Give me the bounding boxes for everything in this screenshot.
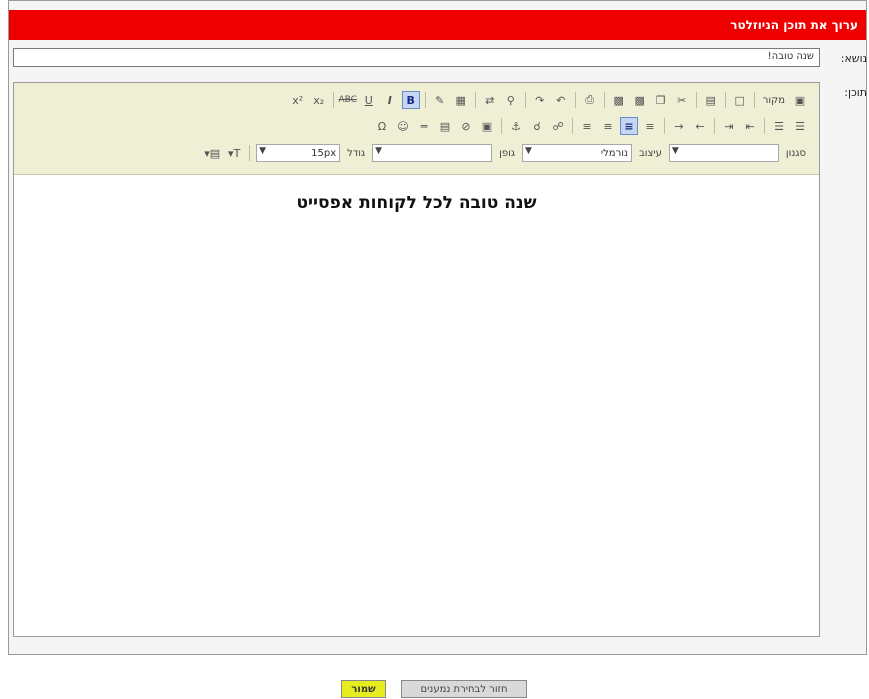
italic-icon[interactable]: I [381, 91, 399, 109]
rich-text-editor: ▣ מקור □ ▤ ✂ ❐ ▩ ▩ ⎙ ↶ ↷ ⚲ ⇄ ▦ ✎ B I U A… [13, 82, 820, 637]
eraser-icon[interactable]: ✎ [431, 91, 449, 109]
copy-icon[interactable]: ❐ [652, 91, 670, 109]
bg-color-icon[interactable]: ▤▾ [203, 144, 221, 162]
editor-toolbar: ▣ מקור □ ▤ ✂ ❐ ▩ ▩ ⎙ ↶ ↷ ⚲ ⇄ ▦ ✎ B I U A… [14, 83, 819, 175]
rtl-icon[interactable]: ← [691, 117, 709, 135]
flash-icon[interactable]: ⊘ [457, 117, 475, 135]
save-button[interactable]: שמור [341, 680, 386, 698]
redo-icon[interactable]: ↷ [531, 91, 549, 109]
paste-text-icon[interactable]: ▩ [610, 91, 628, 109]
font-select[interactable]: ▼ [372, 144, 493, 162]
chevron-down-icon: ▼ [671, 146, 679, 156]
format-label: עיצוב [638, 147, 662, 159]
size-select[interactable]: 15px ▼ [256, 144, 341, 162]
replace-icon[interactable]: ⇄ [481, 91, 499, 109]
print-icon[interactable]: ⎙ [581, 91, 599, 109]
size-label: גודל [347, 147, 366, 159]
separator [332, 92, 334, 108]
separator [574, 92, 576, 108]
source-label: מקור [762, 94, 785, 106]
toolbar-row-2: ☰ ☰ ⇤ ⇥ ← → ≡ ≡ ≡ ≡ ☍ ☌ ⚓ ▣ ⊘ ▤ ═ ☺ Ω [373, 115, 809, 137]
cut-icon[interactable]: ✂ [673, 91, 691, 109]
content-label: תוכן: [844, 86, 867, 99]
paste-icon[interactable]: ▩ [631, 91, 649, 109]
separator [714, 118, 715, 134]
separator [603, 92, 605, 108]
align-left-icon[interactable]: ≡ [599, 117, 617, 135]
separator [695, 92, 697, 108]
table-icon[interactable]: ▤ [436, 117, 454, 135]
editor-content-area[interactable]: שנה טובה לכל לקוחות אפסייט [14, 175, 819, 635]
style-label: סגנון [785, 147, 806, 159]
separator [474, 92, 476, 108]
undo-icon[interactable]: ↶ [552, 91, 570, 109]
button-bar: שמור חזור לבחירת נמענים [0, 680, 869, 698]
select-all-icon[interactable]: ▦ [452, 91, 470, 109]
align-right-icon[interactable]: ≡ [641, 117, 659, 135]
separator [249, 145, 251, 161]
toolbar-row-3: סגנון ▼ עיצוב נורמלי ▼ גופן ▼ גודל 15px ▼ … [203, 142, 809, 164]
subject-label: נושא: [840, 52, 867, 65]
back-to-recipients-button[interactable]: חזור לבחירת נמענים [401, 680, 527, 698]
format-value: נורמלי [600, 147, 628, 159]
chevron-down-icon: ▼ [259, 146, 267, 156]
anchor-icon[interactable]: ⚓ [507, 117, 525, 135]
find-icon[interactable]: ⚲ [502, 91, 520, 109]
link-icon[interactable]: ☍ [549, 117, 567, 135]
style-select[interactable]: ▼ [668, 144, 779, 162]
image-icon[interactable]: ▣ [478, 117, 496, 135]
toolbar-row-1: ▣ מקור □ ▤ ✂ ❐ ▩ ▩ ⎙ ↶ ↷ ⚲ ⇄ ▦ ✎ B I U A… [289, 89, 809, 111]
horizontal-rule-icon[interactable]: ═ [415, 117, 433, 135]
separator [424, 92, 426, 108]
outdent-icon[interactable]: ⇤ [741, 117, 759, 135]
align-center-icon[interactable]: ≡ [620, 117, 638, 135]
font-label: גופן [499, 147, 515, 159]
content-text: שנה טובה לכל לקוחות אפסייט [296, 193, 537, 213]
bold-icon[interactable]: B [401, 91, 420, 109]
separator [524, 92, 526, 108]
separator [764, 118, 765, 134]
format-select[interactable]: נורמלי ▼ [521, 144, 632, 162]
underline-icon[interactable]: U [360, 91, 378, 109]
separator [753, 92, 755, 108]
text-color-icon[interactable]: T▾ [225, 144, 243, 162]
dialog-title: ערוך את תוכן הניוזלטר [9, 10, 866, 40]
numbered-list-icon[interactable]: ☰ [791, 117, 809, 135]
separator [664, 118, 665, 134]
unlink-icon[interactable]: ☌ [528, 117, 546, 135]
subject-input[interactable]: שנה טובה! [13, 48, 820, 67]
chevron-down-icon: ▼ [524, 146, 532, 156]
ltr-icon[interactable]: → [670, 117, 688, 135]
smiley-icon[interactable]: ☺ [394, 117, 412, 135]
align-justify-icon[interactable]: ≡ [578, 117, 596, 135]
subscript-icon[interactable]: x₂ [310, 91, 328, 109]
new-doc-icon[interactable]: □ [731, 91, 749, 109]
indent-icon[interactable]: ⇥ [720, 117, 738, 135]
superscript-icon[interactable]: x² [289, 91, 307, 109]
separator [501, 118, 502, 134]
separator [572, 118, 573, 134]
special-char-icon[interactable]: Ω [373, 117, 391, 135]
paste-word-icon[interactable]: ▤ [702, 91, 720, 109]
bulleted-list-icon[interactable]: ☰ [770, 117, 788, 135]
size-value: 15px [311, 147, 337, 159]
strikethrough-icon[interactable]: ABC [339, 91, 357, 109]
source-icon[interactable]: ▣ [791, 91, 809, 109]
chevron-down-icon: ▼ [375, 146, 383, 156]
separator [724, 92, 726, 108]
